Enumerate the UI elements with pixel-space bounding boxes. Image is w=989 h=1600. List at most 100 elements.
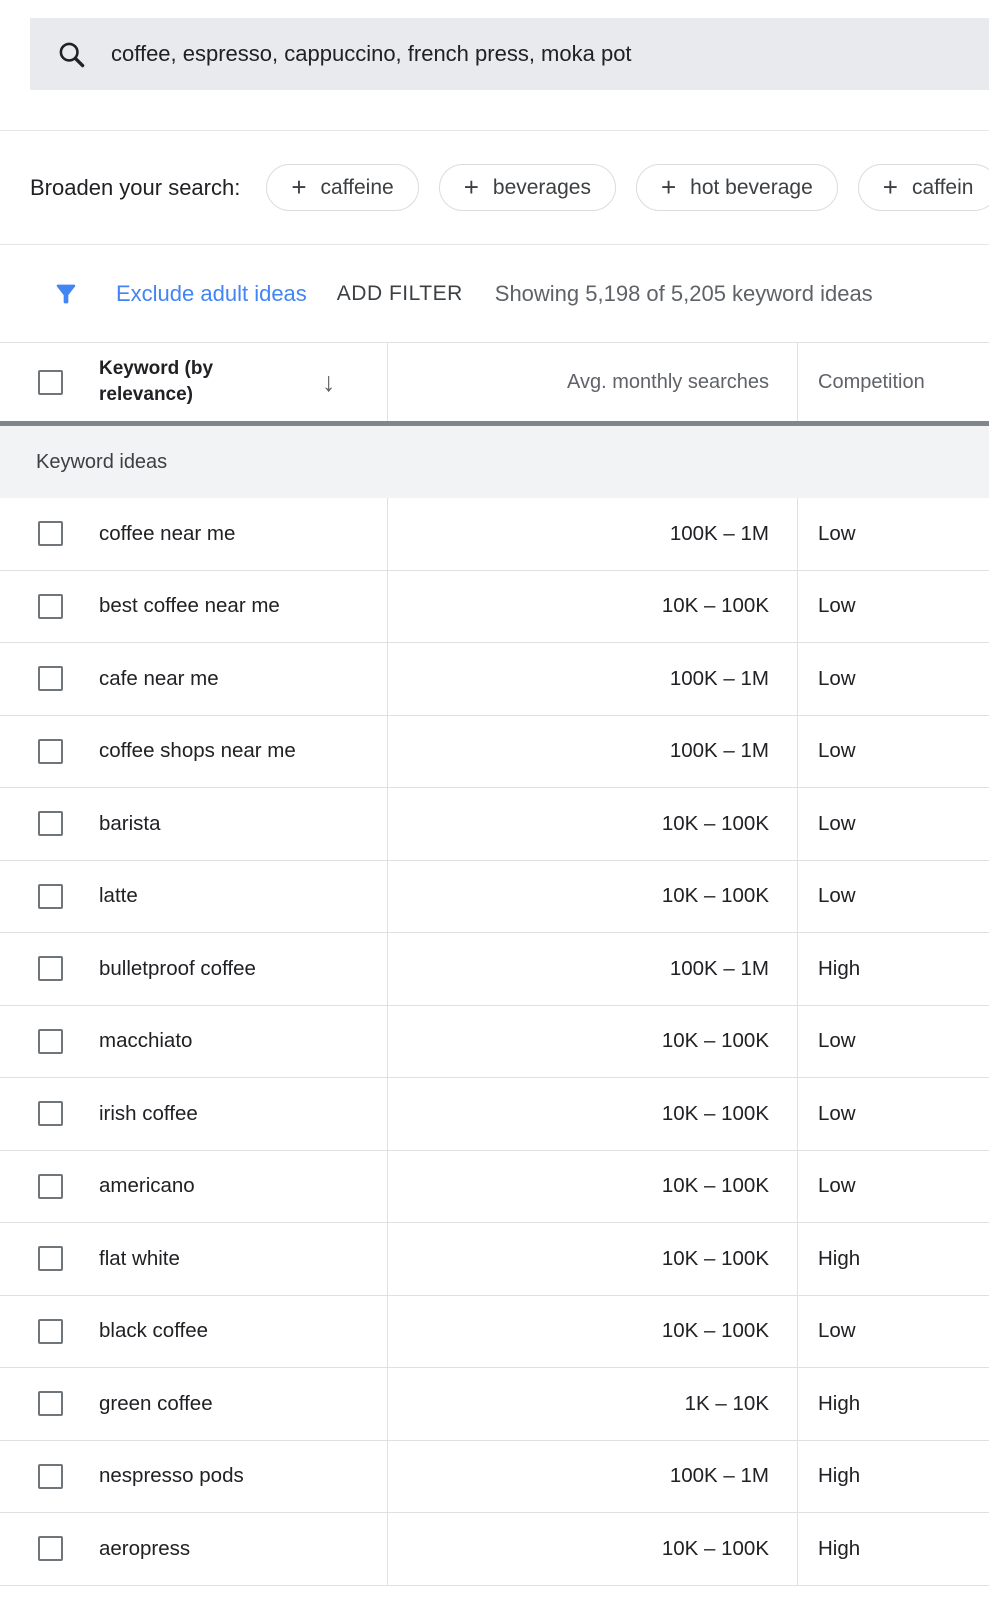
table-row[interactable]: bulletproof coffee 100K – 1M High <box>0 933 989 1006</box>
keyword-text: coffee shops near me <box>99 739 296 763</box>
keyword-cell: barista <box>0 788 388 860</box>
keyword-text: flat white <box>99 1247 180 1271</box>
row-checkbox[interactable] <box>38 884 63 909</box>
competition-cell: High <box>798 933 989 1005</box>
table-row[interactable]: nespresso pods 100K – 1M High <box>0 1441 989 1514</box>
table-row[interactable]: irish coffee 10K – 100K Low <box>0 1078 989 1151</box>
row-checkbox[interactable] <box>38 739 63 764</box>
keyword-text: barista <box>99 812 161 836</box>
avg-monthly-cell: 100K – 1M <box>388 643 798 715</box>
avg-monthly-cell: 10K – 100K <box>388 1223 798 1295</box>
avg-monthly-cell: 100K – 1M <box>388 498 798 570</box>
keyword-cell: aeropress <box>0 1513 388 1585</box>
table-row[interactable]: americano 10K – 100K Low <box>0 1151 989 1224</box>
keyword-cell: nespresso pods <box>0 1441 388 1513</box>
table-row[interactable]: macchiato 10K – 100K Low <box>0 1006 989 1079</box>
row-checkbox[interactable] <box>38 1174 63 1199</box>
competition-header-cell: Competition <box>798 343 989 421</box>
row-checkbox[interactable] <box>38 1029 63 1054</box>
competition-cell: High <box>798 1441 989 1513</box>
avg-monthly-cell: 100K – 1M <box>388 1441 798 1513</box>
table-row[interactable]: flat white 10K – 100K High <box>0 1223 989 1296</box>
table-row[interactable]: green coffee 1K – 10K High <box>0 1368 989 1441</box>
broaden-chip-list: + caffeine + beverages + hot beverage + … <box>266 164 989 211</box>
keyword-cell: coffee shops near me <box>0 716 388 788</box>
avg-monthly-cell: 10K – 100K <box>388 788 798 860</box>
keyword-search-input[interactable]: coffee, espresso, cappuccino, french pre… <box>30 18 989 90</box>
broaden-chip[interactable]: + hot beverage <box>636 164 838 211</box>
keyword-text: aeropress <box>99 1537 190 1561</box>
keyword-text: nespresso pods <box>99 1464 244 1488</box>
avg-monthly-cell: 10K – 100K <box>388 1151 798 1223</box>
row-checkbox[interactable] <box>38 521 63 546</box>
row-checkbox[interactable] <box>38 811 63 836</box>
table-row[interactable]: coffee near me 100K – 1M Low <box>0 498 989 571</box>
keyword-text: coffee near me <box>99 522 235 546</box>
table-row[interactable]: latte 10K – 100K Low <box>0 861 989 934</box>
plus-icon: + <box>661 174 676 200</box>
row-checkbox[interactable] <box>38 666 63 691</box>
table-row[interactable]: cafe near me 100K – 1M Low <box>0 643 989 716</box>
broaden-chip-label: beverages <box>493 176 591 200</box>
keyword-cell: latte <box>0 861 388 933</box>
search-section: coffee, espresso, cappuccino, french pre… <box>0 18 989 131</box>
avg-monthly-cell: 10K – 100K <box>388 571 798 643</box>
keyword-table-body: coffee near me 100K – 1M Low best coffee… <box>0 498 989 1586</box>
row-checkbox[interactable] <box>38 956 63 981</box>
table-header: Keyword (by relevance) ↓ Avg. monthly se… <box>0 342 989 426</box>
competition-cell: Low <box>798 498 989 570</box>
keyword-cell: irish coffee <box>0 1078 388 1150</box>
table-row[interactable]: black coffee 10K – 100K Low <box>0 1296 989 1369</box>
competition-cell: Low <box>798 1078 989 1150</box>
keyword-column-header[interactable]: Keyword (by relevance) <box>99 356 274 407</box>
broaden-chip-label: hot beverage <box>690 176 813 200</box>
add-filter-button[interactable]: ADD FILTER <box>337 282 463 306</box>
avg-monthly-cell: 1K – 10K <box>388 1368 798 1440</box>
competition-cell: Low <box>798 788 989 860</box>
broaden-chip[interactable]: + caffein <box>858 164 989 211</box>
avg-monthly-cell: 10K – 100K <box>388 861 798 933</box>
keyword-text: bulletproof coffee <box>99 957 256 981</box>
search-icon <box>56 39 87 70</box>
competition-cell: Low <box>798 643 989 715</box>
avg-monthly-cell: 100K – 1M <box>388 933 798 1005</box>
avg-monthly-column-header[interactable]: Avg. monthly searches <box>567 371 769 394</box>
row-checkbox[interactable] <box>38 1246 63 1271</box>
keyword-text: latte <box>99 884 138 908</box>
avg-monthly-cell: 10K – 100K <box>388 1296 798 1368</box>
broaden-search-label: Broaden your search: <box>30 175 240 201</box>
competition-cell: Low <box>798 716 989 788</box>
select-all-checkbox[interactable] <box>38 370 63 395</box>
keyword-header-cell: Keyword (by relevance) ↓ <box>0 343 388 421</box>
exclude-adult-ideas-link[interactable]: Exclude adult ideas <box>116 281 307 307</box>
row-checkbox[interactable] <box>38 1101 63 1126</box>
competition-cell: High <box>798 1368 989 1440</box>
row-checkbox[interactable] <box>38 1391 63 1416</box>
table-row[interactable]: coffee shops near me 100K – 1M Low <box>0 716 989 789</box>
keyword-text: macchiato <box>99 1029 192 1053</box>
row-checkbox[interactable] <box>38 1464 63 1489</box>
keyword-text: americano <box>99 1174 195 1198</box>
competition-cell: Low <box>798 1151 989 1223</box>
keyword-text: black coffee <box>99 1319 208 1343</box>
avg-monthly-cell: 100K – 1M <box>388 716 798 788</box>
broaden-chip[interactable]: + beverages <box>439 164 616 211</box>
keyword-text: cafe near me <box>99 667 219 691</box>
keyword-text: irish coffee <box>99 1102 198 1126</box>
filter-funnel-icon[interactable] <box>52 280 80 308</box>
keyword-cell: flat white <box>0 1223 388 1295</box>
competition-column-header[interactable]: Competition <box>818 371 925 394</box>
competition-cell: High <box>798 1223 989 1295</box>
table-row[interactable]: best coffee near me 10K – 100K Low <box>0 571 989 644</box>
row-checkbox[interactable] <box>38 1319 63 1344</box>
sort-descending-icon[interactable]: ↓ <box>322 367 336 398</box>
broaden-chip[interactable]: + caffeine <box>266 164 418 211</box>
broaden-search-section: Broaden your search: + caffeine + bevera… <box>0 131 989 245</box>
table-row[interactable]: aeropress 10K – 100K High <box>0 1513 989 1586</box>
keyword-text: green coffee <box>99 1392 213 1416</box>
table-row[interactable]: barista 10K – 100K Low <box>0 788 989 861</box>
keyword-cell: green coffee <box>0 1368 388 1440</box>
row-checkbox[interactable] <box>38 594 63 619</box>
filter-bar: Exclude adult ideas ADD FILTER Showing 5… <box>0 245 989 342</box>
row-checkbox[interactable] <box>38 1536 63 1561</box>
